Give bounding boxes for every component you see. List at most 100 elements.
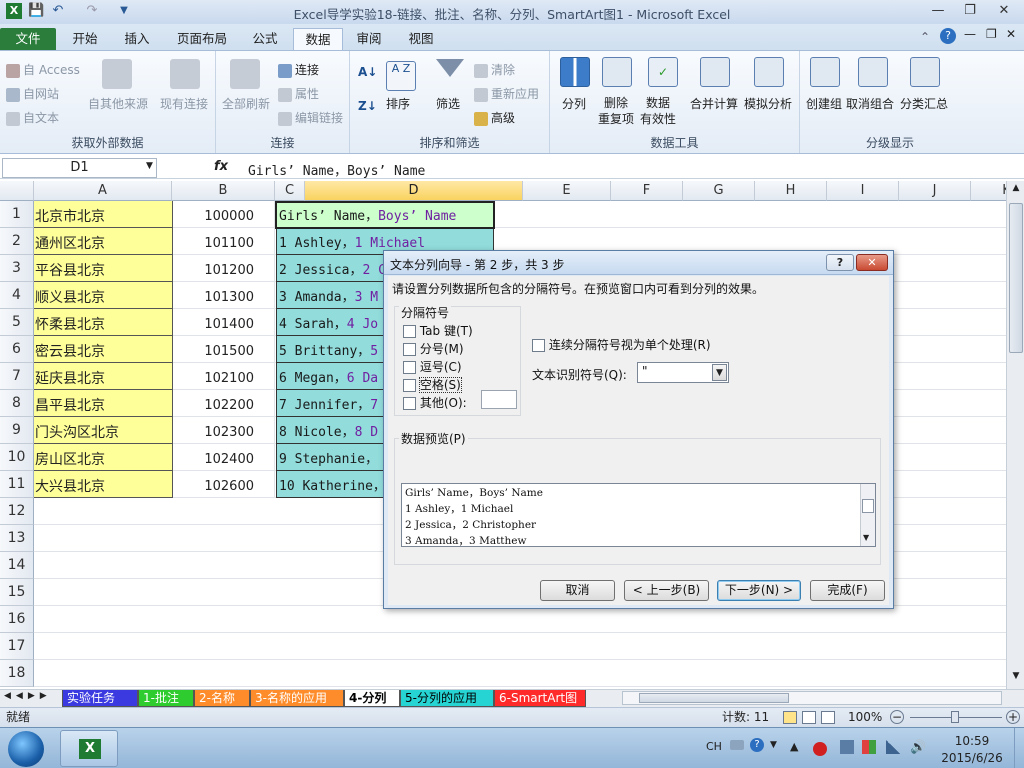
preview-scroll-down-icon[interactable]: ▼ [863, 533, 869, 542]
hscroll-thumb[interactable] [639, 693, 789, 703]
cell-a[interactable]: 房山区北京 [34, 444, 173, 471]
cell-a[interactable]: 门头沟区北京 [34, 417, 173, 444]
row-header[interactable]: 12 [0, 498, 34, 525]
consecutive-option[interactable]: 连续分隔符号视为单个处理(R) [532, 336, 711, 353]
normal-view-icon[interactable] [783, 711, 797, 724]
clock-date[interactable]: 2015/6/26 [934, 751, 1010, 765]
volume-icon[interactable]: 🔊 [910, 740, 926, 755]
sort-asc-icon[interactable]: A↓ [358, 65, 377, 79]
advanced-filter-button[interactable]: 高级 [474, 109, 515, 126]
cell-b[interactable]: 101500 [173, 336, 275, 363]
select-all-corner[interactable] [0, 181, 34, 201]
restore-icon[interactable]: ❐ [956, 2, 984, 20]
scroll-down-icon[interactable]: ▼ [1009, 671, 1023, 685]
tab-view[interactable]: 视图 [396, 28, 446, 51]
comma-checkbox[interactable] [403, 361, 416, 374]
sort-desc-icon[interactable]: Z↓ [358, 99, 377, 113]
sheet-tab[interactable]: 5-分列的应用 [400, 690, 494, 707]
tray-arrow-icon[interactable]: ▲ [790, 740, 798, 753]
language-indicator[interactable]: CH [706, 740, 722, 753]
column-header-a[interactable]: A [34, 181, 172, 201]
cell-b[interactable]: 100000 [173, 201, 275, 228]
tab-file[interactable]: 文件 [0, 28, 56, 51]
space-checkbox[interactable] [403, 379, 416, 392]
row-header[interactable]: 9 [0, 417, 34, 444]
vertical-scrollbar[interactable]: ▲ ▼ [1006, 181, 1024, 689]
workbook-minimize-icon[interactable]: — [964, 27, 976, 41]
zoom-in-icon[interactable]: + [1006, 710, 1020, 724]
sort-button[interactable]: 排序 [386, 95, 410, 112]
column-header-b[interactable]: B [172, 181, 275, 201]
edit-links-button[interactable]: 编辑链接 [278, 109, 343, 126]
row-header[interactable]: 8 [0, 390, 34, 417]
group-button[interactable]: 创建组 [806, 95, 842, 112]
row-header[interactable]: 17 [0, 633, 34, 660]
tab-data[interactable]: 数据 [293, 28, 343, 51]
keyboard-icon[interactable] [730, 740, 744, 750]
preview-scrollbar[interactable]: ▼ [860, 484, 875, 546]
sheet-tab[interactable]: 3-名称的应用 [250, 690, 344, 707]
column-header-c[interactable]: C [275, 181, 305, 201]
sheet-tab[interactable]: 4-分列 [344, 690, 400, 707]
refresh-all-button[interactable]: 全部刷新 [222, 95, 270, 112]
row-header[interactable]: 16 [0, 606, 34, 633]
workbook-restore-icon[interactable]: ❐ [986, 27, 997, 41]
properties-button[interactable]: 属性 [278, 85, 319, 102]
existing-connections-button[interactable]: 现有连接 [160, 95, 208, 112]
consecutive-checkbox[interactable] [532, 339, 545, 352]
workbook-close-icon[interactable]: ✕ [1006, 27, 1016, 41]
row-header[interactable]: 1 [0, 201, 34, 228]
cell-b[interactable]: 102600 [173, 471, 275, 498]
cell-b[interactable]: 102100 [173, 363, 275, 390]
remove-duplicates-button[interactable]: 删除 重复项 [598, 95, 634, 127]
row-header[interactable]: 18 [0, 660, 34, 687]
subtotal-button[interactable]: 分类汇总 [900, 95, 948, 112]
clock-time[interactable]: 10:59 [942, 734, 1002, 748]
row-header[interactable]: 6 [0, 336, 34, 363]
delim-semicolon-option[interactable]: 分号(M) [403, 340, 464, 357]
connections-button[interactable]: 连接 [278, 61, 319, 78]
ime-help-icon[interactable]: ? [750, 738, 764, 752]
cancel-button[interactable]: 取消 [540, 580, 615, 601]
clear-filter-button[interactable]: 清除 [474, 61, 515, 78]
cell-a[interactable]: 顺义县北京 [34, 282, 173, 309]
column-header-i[interactable]: I [827, 181, 899, 201]
column-header-d[interactable]: D [305, 181, 523, 201]
consolidate-button[interactable]: 合并计算 [690, 95, 738, 112]
page-break-view-icon[interactable] [821, 711, 835, 724]
finish-button[interactable]: 完成(F) [810, 580, 885, 601]
tab-review[interactable]: 审阅 [346, 28, 392, 51]
data-preview[interactable]: Girls’ Name，Boys’ Name 1 Ashley，1 Michae… [401, 483, 876, 547]
scroll-up-icon[interactable]: ▲ [1009, 183, 1023, 197]
taskbar-excel-button[interactable]: X [60, 730, 118, 767]
cell-a[interactable]: 通州区北京 [34, 228, 173, 255]
row-header[interactable]: 5 [0, 309, 34, 336]
tab-page-layout[interactable]: 页面布局 [166, 28, 238, 51]
sheet-tab[interactable]: 实验任务 [62, 690, 138, 707]
cell-a[interactable]: 昌平县北京 [34, 390, 173, 417]
horizontal-scrollbar[interactable] [622, 691, 1002, 705]
qualifier-dropdown-icon[interactable]: ▼ [712, 364, 727, 381]
cell-b[interactable]: 101200 [173, 255, 275, 282]
cell-a[interactable]: 延庆县北京 [34, 363, 173, 390]
sheet-nav-icon[interactable]: ◀◀▶▶ [4, 691, 52, 701]
name-box[interactable]: D1 [2, 158, 157, 178]
zoom-slider-thumb[interactable] [951, 711, 959, 723]
other-delimiter-input[interactable] [481, 390, 517, 409]
show-desktop-button[interactable] [1014, 728, 1024, 768]
cell-b[interactable]: 101400 [173, 309, 275, 336]
cell-b[interactable]: 101300 [173, 282, 275, 309]
filter-button[interactable]: 筛选 [436, 95, 460, 112]
row-header[interactable]: 13 [0, 525, 34, 552]
sheet-tab[interactable]: 1-批注 [138, 690, 194, 707]
delim-comma-option[interactable]: 逗号(C) [403, 358, 462, 375]
column-header-e[interactable]: E [523, 181, 611, 201]
row-header[interactable]: 3 [0, 255, 34, 282]
cell-a[interactable]: 平谷县北京 [34, 255, 173, 282]
action-center-icon[interactable] [862, 740, 876, 754]
row-header[interactable]: 15 [0, 579, 34, 606]
dialog-close-icon[interactable]: ✕ [856, 254, 888, 271]
tray-expand-icon[interactable]: ▼ [770, 740, 777, 750]
zoom-out-icon[interactable]: − [890, 710, 904, 724]
cell-a[interactable]: 大兴县北京 [34, 471, 173, 498]
